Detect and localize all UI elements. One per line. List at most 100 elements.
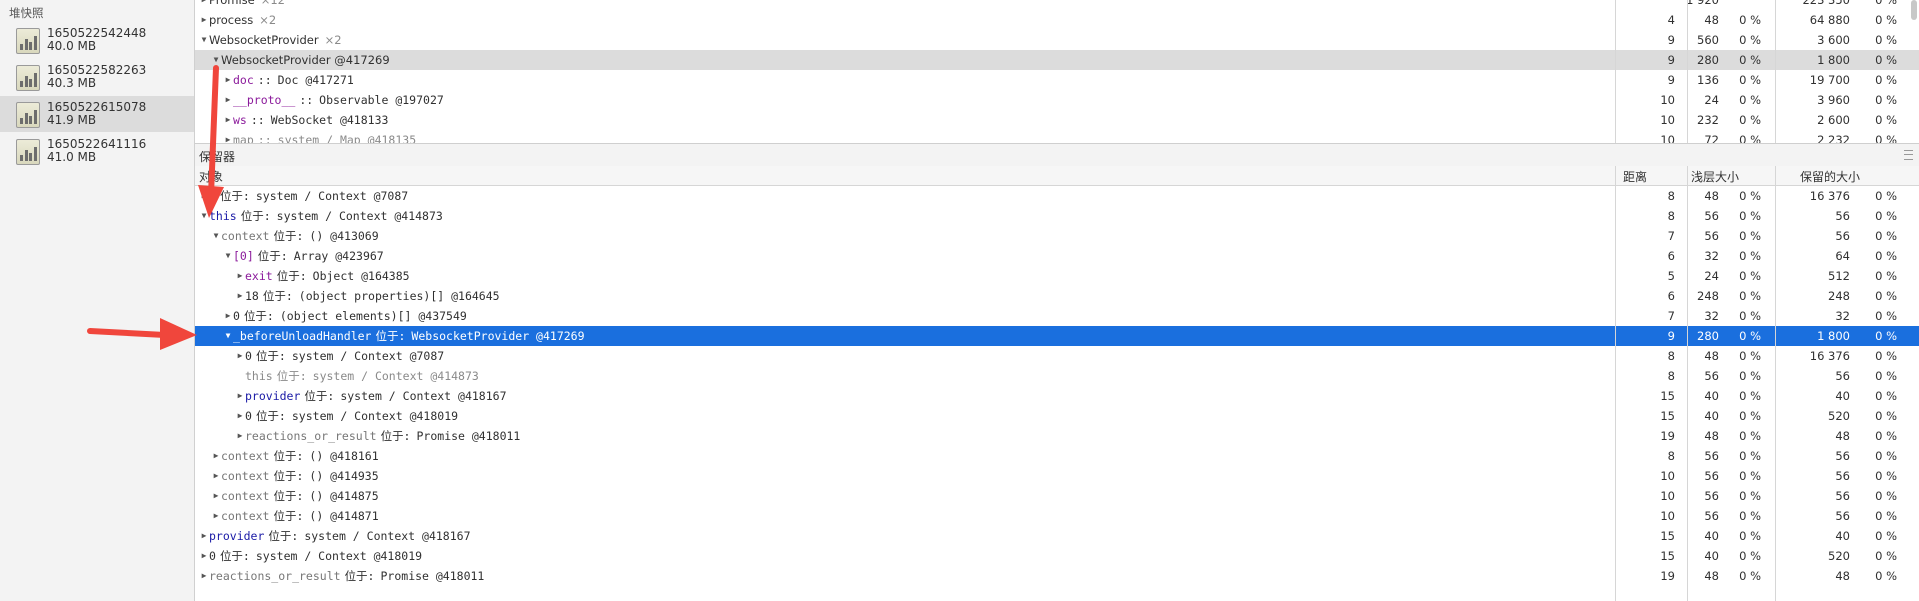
tree-row[interactable]: ▶ 0 位于: system / Context @418019 15 40 0 % 520 0… <box>195 406 1919 426</box>
expand-triangle-down-icon[interactable]: ▼ <box>199 30 209 50</box>
tree-row[interactable]: ▶ context 位于: () @418161 8 56 0 % 56 0 % <box>195 446 1919 466</box>
tree-row[interactable]: ▶ map:: system / Map @418135 10 72 0 % 2 232 0 … <box>195 130 1919 143</box>
snapshot-item[interactable]: 1650522615078 41.9 MB <box>0 96 194 132</box>
tree-row[interactable]: ▶ context 位于: () @414935 10 56 0 % 56 0 % <box>195 466 1919 486</box>
scrollbar-thumb[interactable] <box>1911 0 1917 20</box>
expand-triangle-right-icon[interactable]: ▶ <box>223 130 233 143</box>
shallow-size-cell: 56 <box>1704 469 1719 483</box>
retained-percent-cell: 0 % <box>1875 409 1897 423</box>
shallow-size-cell: 136 <box>1697 73 1719 87</box>
node-name: provider <box>245 389 301 403</box>
retainers-tree[interactable]: ▶ 0 位于: system / Context @7087 8 48 0 % 16 376 0… <box>195 186 1919 601</box>
expand-triangle-down-icon[interactable]: ▼ <box>199 206 209 226</box>
shallow-size-cell: 40 <box>1704 389 1719 403</box>
retainer-label: 位于: <box>304 389 335 403</box>
retained-percent-cell: 0 % <box>1875 309 1897 323</box>
retained-percent-cell: 0 % <box>1875 13 1897 27</box>
retainer-label: 位于: <box>273 449 304 463</box>
column-object[interactable]: 对象 <box>199 168 223 185</box>
drag-grip-icon[interactable] <box>1904 150 1913 160</box>
column-distance[interactable]: 距离 <box>1623 168 1647 185</box>
expand-triangle-down-icon[interactable]: ▼ <box>211 226 221 246</box>
expand-triangle-right-icon[interactable]: ▶ <box>235 286 245 306</box>
tree-row[interactable]: ▼ WebsocketProvider @417269 9 280 0 % 1 800 0 … <box>195 50 1919 70</box>
snapshot-size: 40.0 MB <box>47 39 97 53</box>
tree-row[interactable]: ▶ reactions_or_result 位于: Promise @418011 19… <box>195 426 1919 446</box>
snapshot-name: 1650522641116 <box>47 137 147 151</box>
distance-cell: 9 <box>1667 33 1675 47</box>
tree-row[interactable]: ▶ process ×2 4 48 0 % 64 880 0 % <box>195 10 1919 30</box>
expand-triangle-right-icon[interactable]: ▶ <box>235 426 245 446</box>
tree-cell: ▶ context 位于: () @418161 <box>211 446 379 466</box>
expand-triangle-down-icon[interactable]: ▼ <box>211 50 221 70</box>
tree-row[interactable]: ▼ [0] 位于: Array @423967 6 32 0 % 64 0 % <box>195 246 1919 266</box>
retained-percent-cell: 0 % <box>1875 469 1897 483</box>
shallow-size-cell: 48 <box>1704 429 1719 443</box>
tree-row[interactable]: ▶ 0 位于: system / Context @7087 8 48 0 % 16 376 0… <box>195 346 1919 366</box>
tree-row[interactable]: ▶ 0 位于: (object elements)[] @437549 7 32 0 % 32… <box>195 306 1919 326</box>
expand-triangle-right-icon[interactable]: ▶ <box>235 406 245 426</box>
expand-triangle-right-icon[interactable]: ▶ <box>199 10 209 30</box>
node-name: context <box>221 229 270 243</box>
shallow-percent-cell: 0 % <box>1739 189 1761 203</box>
tree-row[interactable]: ▶ provider 位于: system / Context @418167 15 40… <box>195 526 1919 546</box>
snapshot-sidebar: 堆快照 1650522542448 40.0 MB 1650522582263 40.… <box>0 0 195 601</box>
expand-triangle-down-icon[interactable]: ▼ <box>223 326 233 346</box>
expand-triangle-right-icon[interactable]: ▶ <box>199 186 209 206</box>
expand-triangle-right-icon[interactable]: ▶ <box>199 566 209 586</box>
expand-triangle-right-icon[interactable]: ▶ <box>199 0 209 10</box>
column-retained-size[interactable]: 保留的大小 <box>1800 168 1860 185</box>
snapshot-item[interactable]: 1650522582263 40.3 MB <box>0 59 194 95</box>
tree-row[interactable]: ▶this位于:system / Context @4148738560 %56… <box>195 366 1919 386</box>
tree-row[interactable]: ▼ WebsocketProvider ×2 9 560 0 % 3 600 0 % <box>195 30 1919 50</box>
expand-triangle-right-icon[interactable]: ▶ <box>223 306 233 326</box>
expand-triangle-right-icon[interactable]: ▶ <box>235 346 245 366</box>
tree-row[interactable]: ▶ ws:: WebSocket @418133 10 232 0 % 2 600 0 % <box>195 110 1919 130</box>
expand-triangle-right-icon[interactable]: ▶ <box>211 486 221 506</box>
tree-row[interactable]: ▶ 0 位于: system / Context @418019 15 40 0 % 520 0… <box>195 546 1919 566</box>
heap-snapshot-main: ▶Promise×121 920223 3500 %▶process×24480… <box>195 0 1919 601</box>
expand-triangle-right-icon[interactable]: ▶ <box>223 70 233 90</box>
tree-row[interactable]: ▶ context 位于: () @414875 10 56 0 % 56 0 % <box>195 486 1919 506</box>
retained-percent-cell: 0 % <box>1875 369 1897 383</box>
tree-row[interactable]: ▶ doc:: Doc @417271 9 136 0 % 19 700 0 % <box>195 70 1919 90</box>
distance-cell: 10 <box>1660 113 1675 127</box>
expand-triangle-right-icon[interactable]: ▶ <box>235 386 245 406</box>
expand-triangle-down-icon[interactable]: ▼ <box>223 246 233 266</box>
tree-row[interactable]: ▶ provider 位于: system / Context @418167 15 40… <box>195 386 1919 406</box>
distance-cell: 8 <box>1667 369 1675 383</box>
tree-cell: ▶ 0 位于: system / Context @418019 <box>235 406 458 426</box>
tree-row[interactable]: ▶Promise ×12 1 920 223 350 0 % <box>195 0 1919 10</box>
node-name: reactions_or_result <box>209 569 341 583</box>
snapshot-name: 1650522542448 <box>47 26 147 40</box>
expand-triangle-right-icon[interactable]: ▶ <box>235 266 245 286</box>
tree-row[interactable]: ▶ exit 位于: Object @164385 5 24 0 % 512 0 % <box>195 266 1919 286</box>
tree-row[interactable]: ▼ _beforeUnloadHandler 位于: WebsocketProvide… <box>195 326 1919 346</box>
tree-row[interactable]: ▶ context 位于: () @414871 10 56 0 % 56 0 % <box>195 506 1919 526</box>
tree-row[interactable]: ▶ 0 位于: system / Context @7087 8 48 0 % 16 376 0… <box>195 186 1919 206</box>
tree-row[interactable]: ▶ __proto__:: Observable @197027 10 24 0 % 3 9… <box>195 90 1919 110</box>
retainers-pane-header[interactable]: 保留器 <box>195 143 1919 167</box>
expand-triangle-right-icon[interactable]: ▶ <box>223 90 233 110</box>
summary-tree[interactable]: ▶Promise×121 920223 3500 %▶process×24480… <box>195 0 1919 143</box>
object-ref: Promise @418011 <box>380 569 485 583</box>
column-shallow-size[interactable]: 浅层大小 <box>1691 168 1739 185</box>
expand-triangle-right-icon[interactable]: ▶ <box>199 546 209 566</box>
expand-triangle-right-icon[interactable]: ▶ <box>199 526 209 546</box>
tree-row[interactable]: ▶ 18 位于: (object properties)[] @164645 6 248 0… <box>195 286 1919 306</box>
retained-percent-cell: 0 % <box>1875 249 1897 263</box>
snapshot-size: 41.9 MB <box>47 113 97 127</box>
node-name: 0 <box>245 409 252 423</box>
shallow-size-cell: 280 <box>1697 329 1719 343</box>
expand-triangle-right-icon[interactable]: ▶ <box>211 506 221 526</box>
tree-row[interactable]: ▼ this 位于: system / Context @414873 8 56 0 % 56… <box>195 206 1919 226</box>
expand-triangle-right-icon[interactable]: ▶ <box>211 446 221 466</box>
tree-row[interactable]: ▼ context 位于: () @413069 7 56 0 % 56 0 % <box>195 226 1919 246</box>
node-name: 0 <box>209 189 216 203</box>
expand-triangle-right-icon[interactable]: ▶ <box>223 110 233 130</box>
object-ref: system / Context @418167 <box>340 389 507 403</box>
expand-triangle-right-icon[interactable]: ▶ <box>211 466 221 486</box>
snapshot-item[interactable]: 1650522641116 41.0 MB <box>0 133 194 169</box>
snapshot-item[interactable]: 1650522542448 40.0 MB <box>0 22 194 58</box>
tree-row[interactable]: ▶ reactions_or_result 位于: Promise @418011 19… <box>195 566 1919 586</box>
